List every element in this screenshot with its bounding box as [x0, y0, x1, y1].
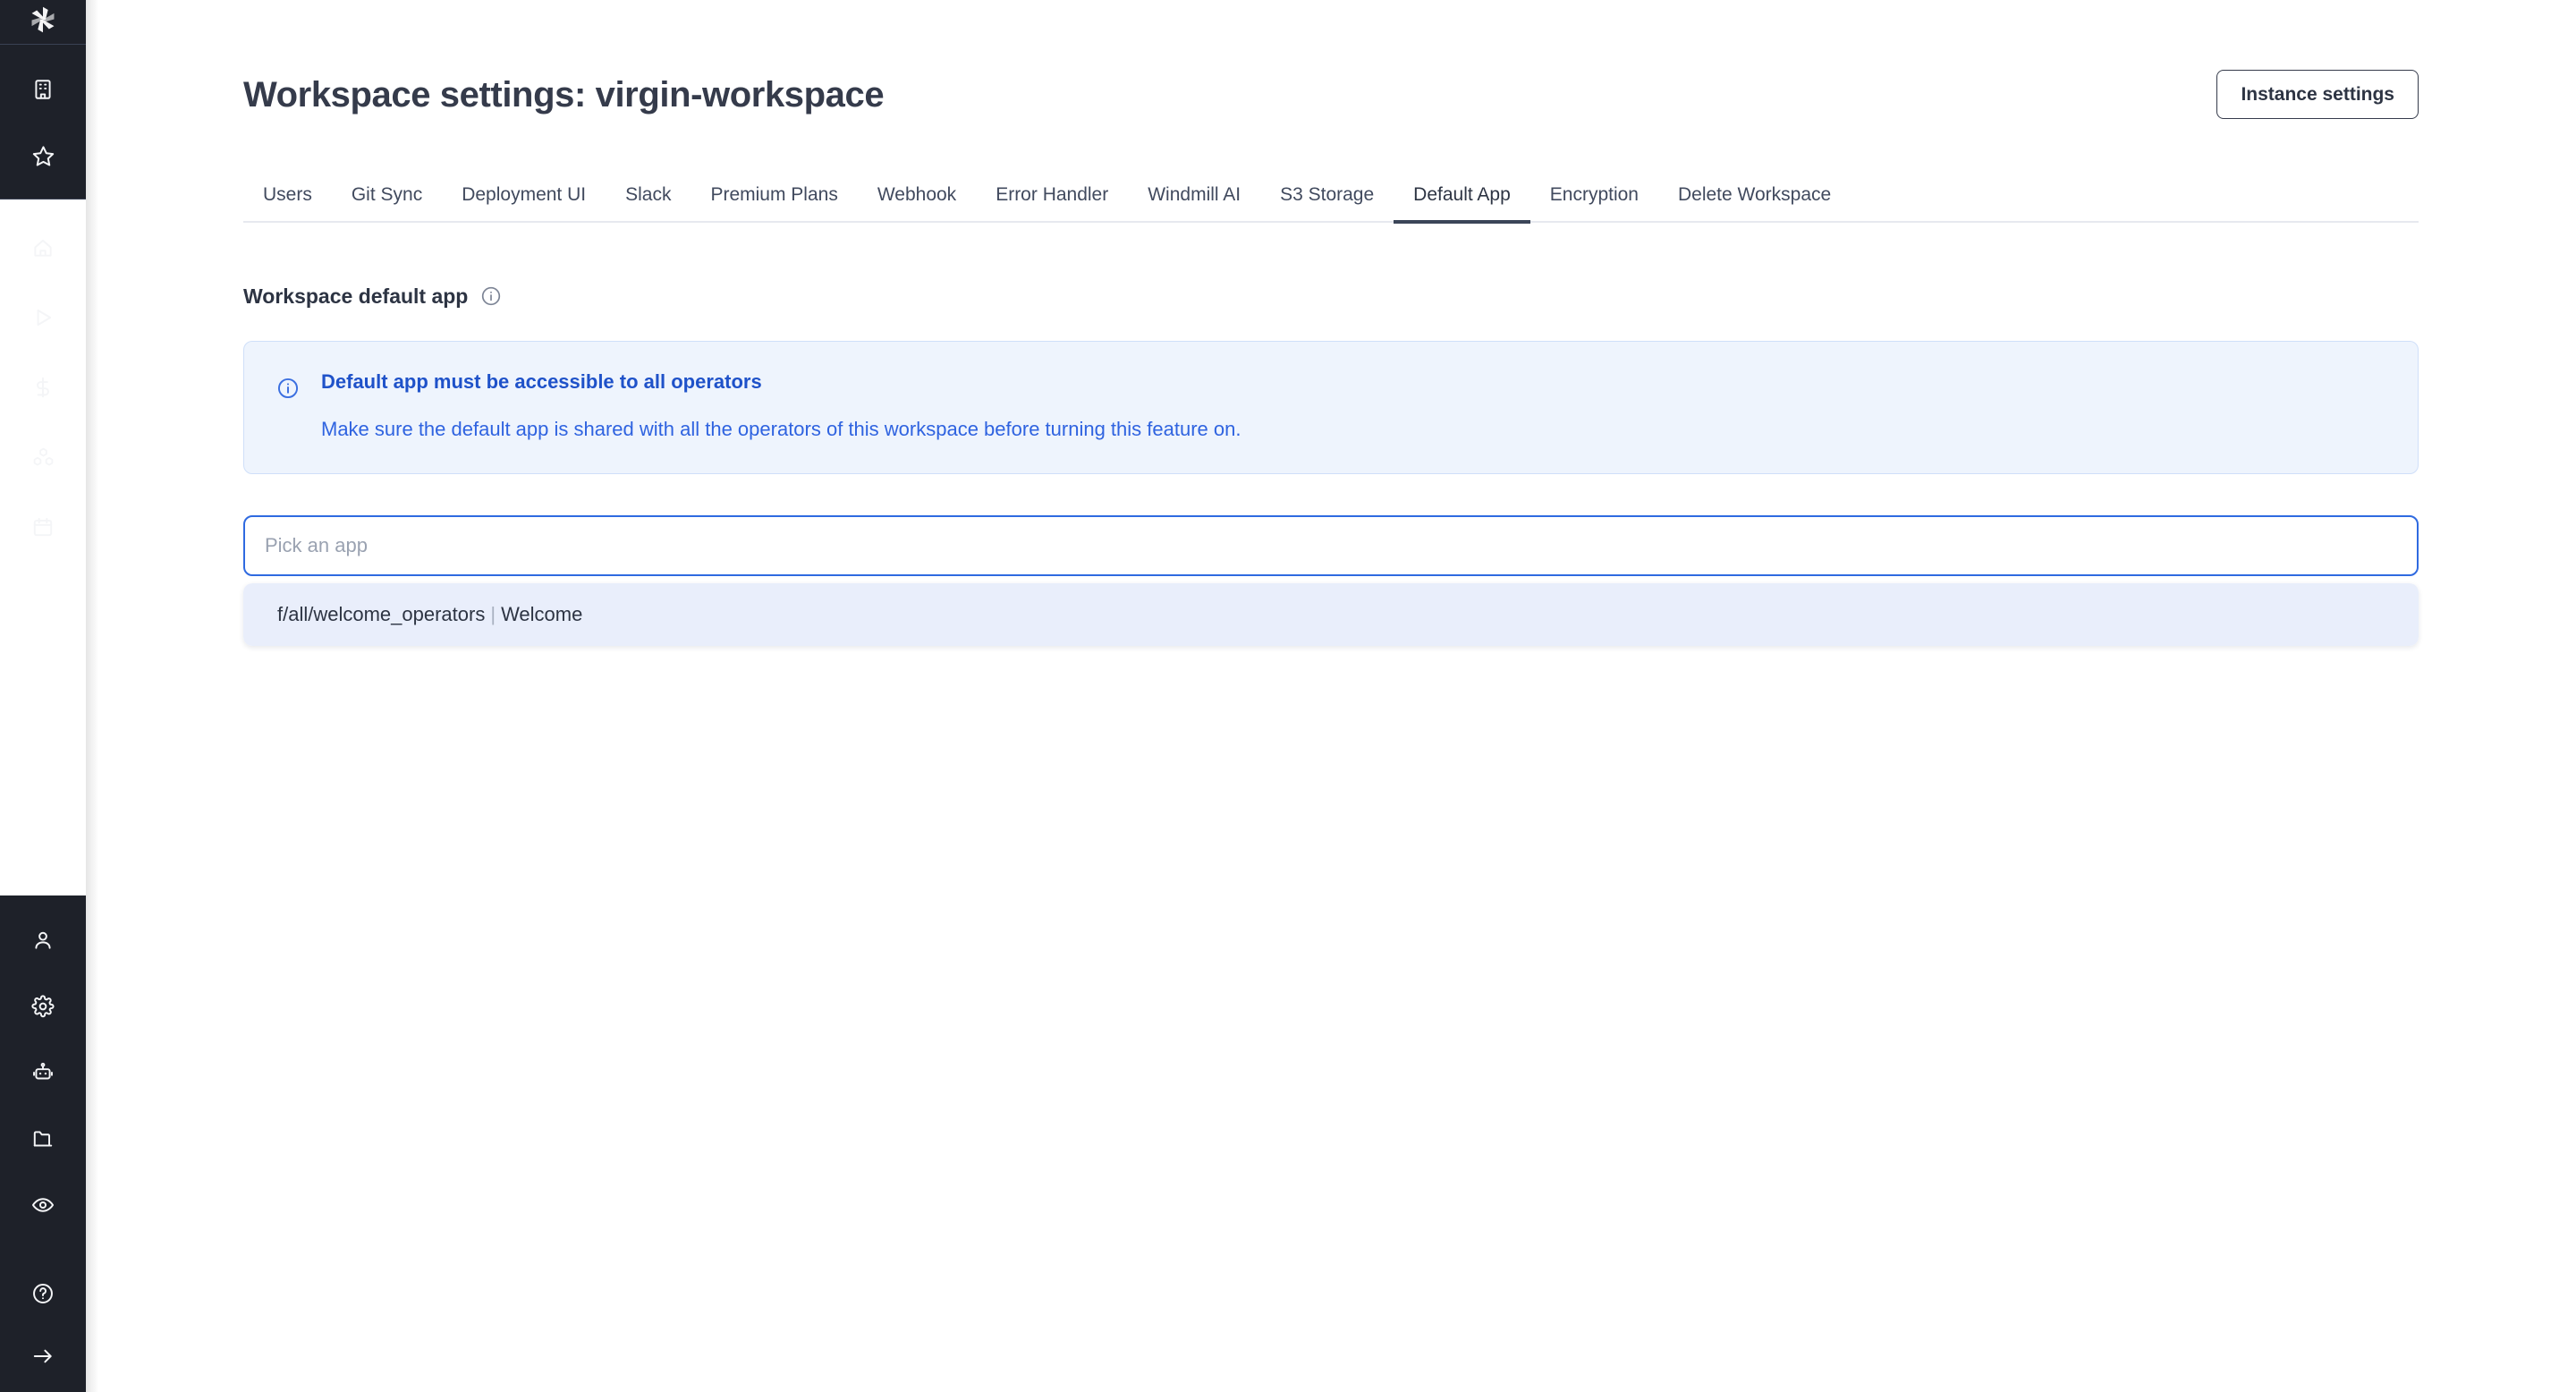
app-picker: f/all/welcome_operators|Welcome — [243, 515, 2419, 646]
content-container: Workspace settings: virgin-workspace Ins… — [86, 0, 2576, 646]
alert-body: Default app must be accessible to all op… — [321, 370, 2385, 443]
tab-webhook[interactable]: Webhook — [858, 185, 976, 224]
section-title: Workspace default app — [243, 286, 468, 307]
star-icon — [31, 144, 55, 168]
instance-settings-button[interactable]: Instance settings — [2216, 70, 2419, 119]
info-circle-icon — [276, 377, 300, 400]
sidebar-group-workspace — [0, 45, 86, 199]
windmill-logo-button[interactable] — [0, 0, 86, 44]
cubes-icon — [31, 446, 55, 470]
tab-slack[interactable]: Slack — [606, 185, 691, 224]
home-icon — [31, 236, 55, 259]
dollar-icon — [31, 376, 55, 399]
folder-open-icon — [31, 1127, 55, 1150]
default-app-alert: Default app must be accessible to all op… — [243, 341, 2419, 474]
sidebar-item-variables[interactable] — [21, 366, 64, 409]
tab-users[interactable]: Users — [243, 185, 332, 224]
tab-windmill-ai[interactable]: Windmill AI — [1128, 185, 1260, 224]
settings-tabs: Users Git Sync Deployment UI Slack Premi… — [243, 169, 2419, 223]
tab-premium-plans[interactable]: Premium Plans — [691, 185, 857, 224]
page-title: Workspace settings: virgin-workspace — [243, 75, 884, 115]
sidebar-item-expand[interactable] — [21, 1335, 64, 1378]
app-picker-option[interactable]: f/all/welcome_operators|Welcome — [243, 583, 2419, 646]
sidebar-item-favorites[interactable] — [21, 134, 64, 177]
eye-icon — [31, 1193, 55, 1217]
alert-title: Default app must be accessible to all op… — [321, 370, 2385, 394]
sidebar-item-account[interactable] — [21, 919, 64, 962]
tab-encryption[interactable]: Encryption — [1530, 185, 1658, 224]
sidebar-item-workers[interactable] — [21, 1051, 64, 1094]
option-separator: | — [485, 603, 501, 625]
windmill-logo-icon — [23, 0, 63, 44]
alert-description: Make sure the default app is shared with… — [321, 417, 2385, 443]
play-icon — [31, 306, 55, 329]
sidebar-item-help[interactable] — [21, 1272, 64, 1315]
sidebar-item-resources[interactable] — [21, 436, 64, 479]
user-icon — [31, 929, 55, 952]
calendar-icon — [31, 515, 55, 539]
sidebar-group-bottom — [0, 895, 86, 1248]
question-circle-icon — [31, 1282, 55, 1305]
sidebar-item-workspace[interactable] — [21, 68, 64, 111]
tab-default-app[interactable]: Default App — [1394, 185, 1530, 224]
tab-delete-workspace[interactable]: Delete Workspace — [1658, 185, 1851, 224]
tab-s3-storage[interactable]: S3 Storage — [1260, 185, 1394, 224]
sidebar-group-footer — [0, 1272, 86, 1392]
page-header: Workspace settings: virgin-workspace Ins… — [243, 0, 2576, 119]
app-root: Workspace settings: virgin-workspace Ins… — [0, 0, 2576, 1392]
app-picker-input[interactable] — [243, 515, 2419, 576]
section-header: Workspace default app — [243, 285, 2576, 307]
tab-error-handler[interactable]: Error Handler — [976, 185, 1128, 224]
option-name: Welcome — [501, 603, 582, 625]
tab-git-sync[interactable]: Git Sync — [332, 185, 442, 224]
sidebar-item-folders[interactable] — [21, 1117, 64, 1160]
sidebar-item-runs[interactable] — [21, 296, 64, 339]
sidebar-item-schedules[interactable] — [21, 505, 64, 548]
sidebar-item-settings[interactable] — [21, 985, 64, 1028]
robot-icon — [31, 1061, 55, 1084]
main-content: Workspace settings: virgin-workspace Ins… — [86, 0, 2576, 1392]
gear-icon — [31, 995, 55, 1018]
sidebar-item-home[interactable] — [21, 226, 64, 269]
left-sidebar — [0, 0, 86, 1392]
sidebar-group-main — [0, 199, 86, 895]
sidebar-item-audit-logs[interactable] — [21, 1184, 64, 1226]
tab-deployment-ui[interactable]: Deployment UI — [442, 185, 606, 224]
info-circle-icon[interactable] — [480, 285, 502, 307]
option-path: f/all/welcome_operators — [277, 603, 485, 625]
arrow-right-icon — [31, 1345, 55, 1368]
building-icon — [31, 78, 55, 101]
app-picker-dropdown: f/all/welcome_operators|Welcome — [243, 583, 2419, 646]
